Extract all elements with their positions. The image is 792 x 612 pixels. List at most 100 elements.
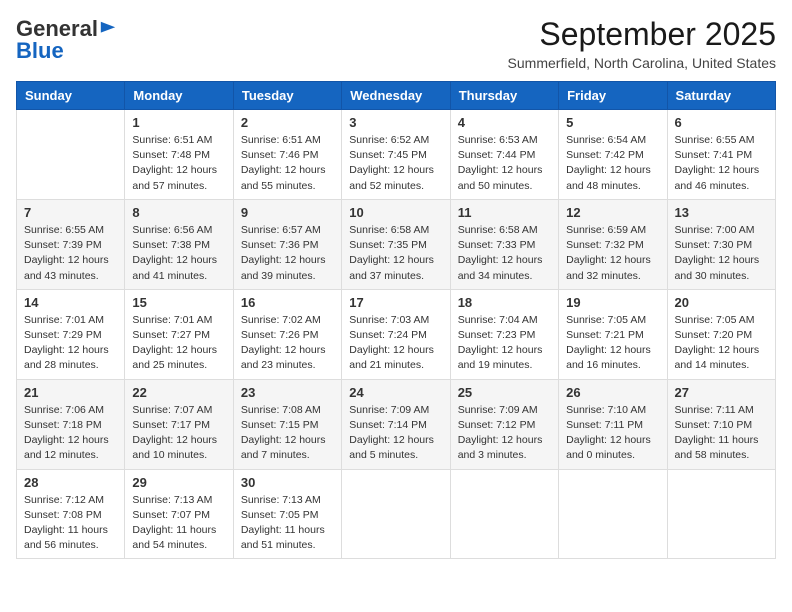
day-info: Sunrise: 7:09 AM Sunset: 7:12 PM Dayligh… [458, 403, 551, 464]
day-number: 18 [458, 295, 551, 310]
day-info: Sunrise: 7:09 AM Sunset: 7:14 PM Dayligh… [349, 403, 442, 464]
day-number: 5 [566, 115, 659, 130]
calendar-cell: 5Sunrise: 6:54 AM Sunset: 7:42 PM Daylig… [559, 110, 667, 200]
day-number: 28 [24, 475, 117, 490]
calendar-cell: 14Sunrise: 7:01 AM Sunset: 7:29 PM Dayli… [17, 289, 125, 379]
calendar-cell: 20Sunrise: 7:05 AM Sunset: 7:20 PM Dayli… [667, 289, 775, 379]
day-number: 12 [566, 205, 659, 220]
calendar-cell: 29 Sunrise: 7:13 AM Sunset: 7:07 PM Dayli… [125, 469, 233, 559]
calendar-cell: 19 Sunrise: 7:05 AM Sunset: 7:21 PM Dayli… [559, 289, 667, 379]
day-info: Sunrise: 7:13 AM Sunset: 7:07 PM Dayligh… [132, 493, 225, 554]
calendar-cell [559, 469, 667, 559]
day-info: Sunrise: 7:05 AM Sunset: 7:20 PM Dayligh… [675, 313, 768, 374]
calendar-cell: 11Sunrise: 6:58 AM Sunset: 7:33 PM Dayli… [450, 199, 558, 289]
calendar-cell: 15Sunrise: 7:01 AM Sunset: 7:27 PM Dayli… [125, 289, 233, 379]
day-number: 22 [132, 385, 225, 400]
day-info: Sunrise: 6:55 AM Sunset: 7:39 PM Dayligh… [24, 223, 117, 284]
day-number: 24 [349, 385, 442, 400]
day-number: 17 [349, 295, 442, 310]
day-number: 16 [241, 295, 334, 310]
day-info: Sunrise: 7:01 AM Sunset: 7:27 PM Dayligh… [132, 313, 225, 374]
calendar-cell: 23 Sunrise: 7:08 AM Sunset: 7:15 PM Dayli… [233, 379, 341, 469]
calendar-cell: 3Sunrise: 6:52 AM Sunset: 7:45 PM Daylig… [342, 110, 450, 200]
day-number: 23 [241, 385, 334, 400]
page-header: General Blue September 2025 Summerfield,… [16, 16, 776, 71]
calendar-cell: 22 Sunrise: 7:07 AM Sunset: 7:17 PM Dayli… [125, 379, 233, 469]
day-info: Sunrise: 6:51 AM Sunset: 7:46 PM Dayligh… [241, 133, 334, 194]
calendar-cell: 30Sunrise: 7:13 AM Sunset: 7:05 PM Dayli… [233, 469, 341, 559]
day-number: 10 [349, 205, 442, 220]
day-info: Sunrise: 6:56 AM Sunset: 7:38 PM Dayligh… [132, 223, 225, 284]
calendar-table: SundayMondayTuesdayWednesdayThursdayFrid… [16, 81, 776, 559]
header-monday: Monday [125, 82, 233, 110]
calendar-cell [667, 469, 775, 559]
calendar-cell: 13 Sunrise: 7:00 AM Sunset: 7:30 PM Dayli… [667, 199, 775, 289]
day-info: Sunrise: 6:55 AM Sunset: 7:41 PM Dayligh… [675, 133, 768, 194]
day-info: Sunrise: 6:51 AM Sunset: 7:48 PM Dayligh… [132, 133, 225, 194]
calendar-cell [17, 110, 125, 200]
day-number: 8 [132, 205, 225, 220]
day-number: 1 [132, 115, 225, 130]
calendar-cell: 7Sunrise: 6:55 AM Sunset: 7:39 PM Daylig… [17, 199, 125, 289]
day-info: Sunrise: 7:00 AM Sunset: 7:30 PM Dayligh… [675, 223, 768, 284]
calendar-cell: 1 Sunrise: 6:51 AM Sunset: 7:48 PM Daylig… [125, 110, 233, 200]
header-tuesday: Tuesday [233, 82, 341, 110]
calendar-week-1: 1 Sunrise: 6:51 AM Sunset: 7:48 PM Daylig… [17, 110, 776, 200]
day-number: 9 [241, 205, 334, 220]
day-info: Sunrise: 6:58 AM Sunset: 7:35 PM Dayligh… [349, 223, 442, 284]
day-number: 21 [24, 385, 117, 400]
title-section: September 2025 Summerfield, North Caroli… [508, 16, 776, 71]
day-info: Sunrise: 7:04 AM Sunset: 7:23 PM Dayligh… [458, 313, 551, 374]
calendar-cell: 12 Sunrise: 6:59 AM Sunset: 7:32 PM Dayli… [559, 199, 667, 289]
day-number: 29 [132, 475, 225, 490]
calendar-cell: 28 Sunrise: 7:12 AM Sunset: 7:08 PM Dayli… [17, 469, 125, 559]
calendar-cell: 8 Sunrise: 6:56 AM Sunset: 7:38 PM Daylig… [125, 199, 233, 289]
day-number: 13 [675, 205, 768, 220]
calendar-week-3: 14Sunrise: 7:01 AM Sunset: 7:29 PM Dayli… [17, 289, 776, 379]
calendar-cell: 26 Sunrise: 7:10 AM Sunset: 7:11 PM Dayli… [559, 379, 667, 469]
location-subtitle: Summerfield, North Carolina, United Stat… [508, 55, 776, 71]
calendar-cell: 21Sunrise: 7:06 AM Sunset: 7:18 PM Dayli… [17, 379, 125, 469]
day-number: 2 [241, 115, 334, 130]
header-friday: Friday [559, 82, 667, 110]
calendar-cell: 16 Sunrise: 7:02 AM Sunset: 7:26 PM Dayli… [233, 289, 341, 379]
calendar-week-4: 21Sunrise: 7:06 AM Sunset: 7:18 PM Dayli… [17, 379, 776, 469]
day-info: Sunrise: 6:58 AM Sunset: 7:33 PM Dayligh… [458, 223, 551, 284]
day-number: 25 [458, 385, 551, 400]
calendar-week-5: 28 Sunrise: 7:12 AM Sunset: 7:08 PM Dayli… [17, 469, 776, 559]
day-number: 19 [566, 295, 659, 310]
day-number: 27 [675, 385, 768, 400]
month-title: September 2025 [508, 16, 776, 53]
day-number: 30 [241, 475, 334, 490]
calendar-body: 1 Sunrise: 6:51 AM Sunset: 7:48 PM Daylig… [17, 110, 776, 559]
day-number: 4 [458, 115, 551, 130]
logo-flag-icon [99, 20, 117, 38]
day-number: 26 [566, 385, 659, 400]
day-info: Sunrise: 7:01 AM Sunset: 7:29 PM Dayligh… [24, 313, 117, 374]
day-info: Sunrise: 6:52 AM Sunset: 7:45 PM Dayligh… [349, 133, 442, 194]
calendar-week-2: 7Sunrise: 6:55 AM Sunset: 7:39 PM Daylig… [17, 199, 776, 289]
calendar-cell: 24 Sunrise: 7:09 AM Sunset: 7:14 PM Dayli… [342, 379, 450, 469]
logo: General Blue [16, 16, 117, 64]
header-sunday: Sunday [17, 82, 125, 110]
day-info: Sunrise: 7:05 AM Sunset: 7:21 PM Dayligh… [566, 313, 659, 374]
header-wednesday: Wednesday [342, 82, 450, 110]
day-info: Sunrise: 7:10 AM Sunset: 7:11 PM Dayligh… [566, 403, 659, 464]
day-info: Sunrise: 7:02 AM Sunset: 7:26 PM Dayligh… [241, 313, 334, 374]
day-info: Sunrise: 7:07 AM Sunset: 7:17 PM Dayligh… [132, 403, 225, 464]
calendar-header-row: SundayMondayTuesdayWednesdayThursdayFrid… [17, 82, 776, 110]
calendar-cell: 9Sunrise: 6:57 AM Sunset: 7:36 PM Daylig… [233, 199, 341, 289]
day-info: Sunrise: 7:11 AM Sunset: 7:10 PM Dayligh… [675, 403, 768, 464]
calendar-cell: 18 Sunrise: 7:04 AM Sunset: 7:23 PM Dayli… [450, 289, 558, 379]
day-info: Sunrise: 7:03 AM Sunset: 7:24 PM Dayligh… [349, 313, 442, 374]
day-info: Sunrise: 6:59 AM Sunset: 7:32 PM Dayligh… [566, 223, 659, 284]
calendar-cell: 27 Sunrise: 7:11 AM Sunset: 7:10 PM Dayli… [667, 379, 775, 469]
calendar-cell: 10 Sunrise: 6:58 AM Sunset: 7:35 PM Dayli… [342, 199, 450, 289]
day-info: Sunrise: 7:12 AM Sunset: 7:08 PM Dayligh… [24, 493, 117, 554]
calendar-cell: 17 Sunrise: 7:03 AM Sunset: 7:24 PM Dayli… [342, 289, 450, 379]
day-number: 6 [675, 115, 768, 130]
header-saturday: Saturday [667, 82, 775, 110]
logo-blue: Blue [16, 38, 64, 64]
calendar-cell: 4Sunrise: 6:53 AM Sunset: 7:44 PM Daylig… [450, 110, 558, 200]
day-info: Sunrise: 7:08 AM Sunset: 7:15 PM Dayligh… [241, 403, 334, 464]
